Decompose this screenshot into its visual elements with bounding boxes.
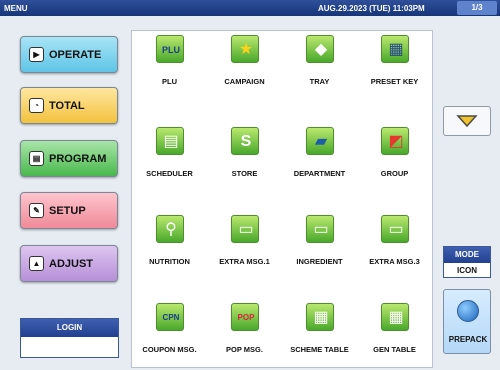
wrench-icon: ✎: [29, 203, 44, 218]
menu-item-campaign[interactable]: ★ CAMPAIGN: [207, 31, 282, 106]
setup-label: SETUP: [49, 204, 86, 217]
setup-button[interactable]: ✎ SETUP: [20, 192, 118, 229]
message-icon: ▭: [231, 215, 259, 243]
message-icon: ▭: [381, 215, 409, 243]
adjust-button[interactable]: ▲ ADJUST: [20, 245, 118, 282]
menu-item-extra-msg-3[interactable]: ▭ EXTRA MSG.3: [357, 211, 432, 286]
book-icon: ▤: [29, 151, 44, 166]
folder-icon: ▰: [306, 127, 334, 155]
gen-table-icon: ▦: [381, 303, 409, 331]
scheduler-icon: ▤: [156, 127, 184, 155]
mode-panel[interactable]: MODE ICON: [443, 246, 491, 278]
clock-icon: ◔: [29, 98, 44, 113]
menu-item-scheduler[interactable]: ▤ SCHEDULER: [132, 123, 207, 198]
menu-item-department[interactable]: ▰ DEPARTMENT: [282, 123, 357, 198]
play-icon: ▶: [29, 47, 44, 62]
menu-item-store[interactable]: S STORE: [207, 123, 282, 198]
coupon-icon: CPN: [156, 303, 184, 331]
store-icon: S: [231, 127, 259, 155]
operate-label: OPERATE: [49, 48, 102, 61]
mode-label: MODE: [444, 247, 490, 263]
menu-item-gen-table[interactable]: ▦ GEN TABLE: [357, 299, 432, 370]
menu-item-group[interactable]: ◩ GROUP: [357, 123, 432, 198]
message-icon: ▭: [306, 215, 334, 243]
menu-item-tray[interactable]: ◆ TRAY: [282, 31, 357, 106]
menu-grid: PLU PLU ★ CAMPAIGN ◆ TRAY ▦ PRESET KEY ▤…: [131, 30, 433, 368]
page-indicator[interactable]: 1/3: [457, 1, 497, 15]
total-button[interactable]: ◔ TOTAL: [20, 87, 118, 124]
login-panel[interactable]: LOGIN: [20, 318, 119, 358]
star-icon: ★: [231, 35, 259, 63]
menu-item-ingredient[interactable]: ▭ INGREDIENT: [282, 211, 357, 286]
menu-title: MENU: [4, 4, 28, 13]
program-label: PROGRAM: [49, 152, 107, 165]
scheme-table-icon: ▦: [306, 303, 334, 331]
utensils-icon: ⚲: [156, 215, 184, 243]
tray-icon: ◆: [306, 35, 334, 63]
preset-key-icon: ▦: [381, 35, 409, 63]
group-icon: ◩: [381, 127, 409, 155]
prepack-button[interactable]: PREPACK: [443, 289, 491, 354]
prepack-arrow-icon: [457, 300, 479, 322]
weight-icon: ▲: [29, 256, 44, 271]
menu-item-scheme-table[interactable]: ▦ SCHEME TABLE: [282, 299, 357, 370]
menu-item-extra-msg-1[interactable]: ▭ EXTRA MSG.1: [207, 211, 282, 286]
scroll-down-button[interactable]: [443, 106, 491, 136]
prepack-label: PREPACK: [448, 335, 488, 344]
mode-value: ICON: [457, 266, 477, 275]
chevron-down-icon: [456, 115, 478, 128]
menu-item-preset-key[interactable]: ▦ PRESET KEY: [357, 31, 432, 106]
adjust-label: ADJUST: [49, 257, 94, 270]
date-time: AUG.29.2023 (TUE) 11:03PM: [318, 4, 425, 13]
login-label: LOGIN: [21, 319, 118, 337]
plu-icon: PLU: [156, 35, 184, 63]
top-bar: MENU AUG.29.2023 (TUE) 11:03PM 1/3: [0, 0, 500, 16]
menu-item-pop-msg[interactable]: POP POP MSG.: [207, 299, 282, 370]
menu-item-nutrition[interactable]: ⚲ NUTRITION: [132, 211, 207, 286]
total-label: TOTAL: [49, 99, 85, 112]
menu-item-coupon-msg[interactable]: CPN COUPON MSG.: [132, 299, 207, 370]
operate-button[interactable]: ▶ OPERATE: [20, 36, 118, 73]
menu-item-plu[interactable]: PLU PLU: [132, 31, 207, 106]
pop-icon: POP: [231, 303, 259, 331]
program-button[interactable]: ▤ PROGRAM: [20, 140, 118, 177]
